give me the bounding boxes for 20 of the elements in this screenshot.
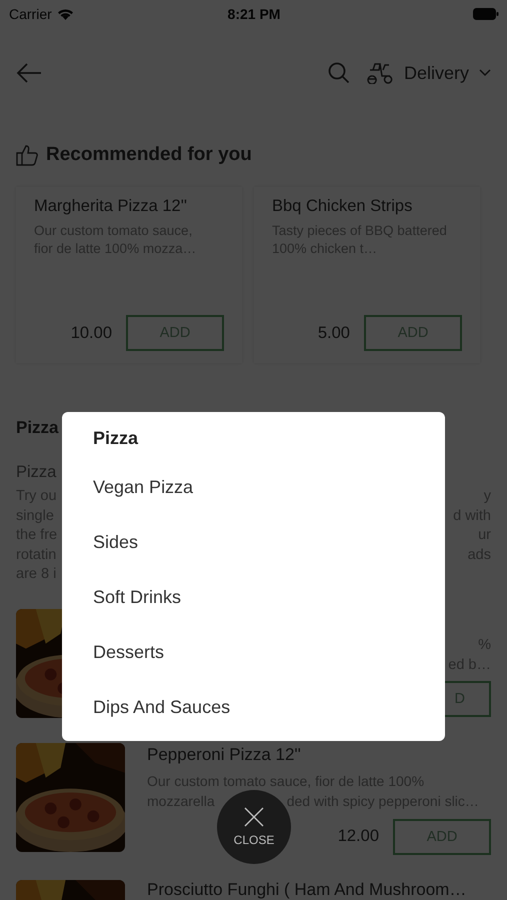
product-name: Bbq Chicken Strips: [272, 197, 414, 216]
category-heading: Pizza: [16, 417, 59, 439]
close-button[interactable]: CLOSE: [217, 790, 291, 864]
product-price: 10.00: [70, 324, 112, 342]
product-name: Margherita Pizza 12'': [34, 197, 188, 216]
carrier-label: Carrier: [9, 6, 52, 22]
category-menu-item[interactable]: Sides: [93, 515, 414, 570]
close-icon: [244, 807, 264, 827]
product-name: Prosciutto Funghi ( Ham And Mushroom…: [147, 880, 466, 900]
category-menu-item[interactable]: Vegan Pizza: [93, 460, 414, 515]
clock-time: 8:21 PM: [228, 6, 280, 22]
product-price: 12.00: [338, 827, 379, 846]
category-menu-item[interactable]: Desserts: [93, 625, 414, 680]
category-menu-item[interactable]: Pizza: [93, 416, 414, 460]
description-fragment: %: [478, 636, 491, 654]
product-price: 5.00: [318, 324, 350, 342]
product-name: Pepperoni Pizza 12'': [147, 744, 302, 764]
category-menu-item[interactable]: Dips And Sauces: [93, 680, 414, 735]
section-heading: Recommended for you: [46, 144, 252, 166]
category-menu-item[interactable]: Soft Drinks: [93, 570, 414, 625]
